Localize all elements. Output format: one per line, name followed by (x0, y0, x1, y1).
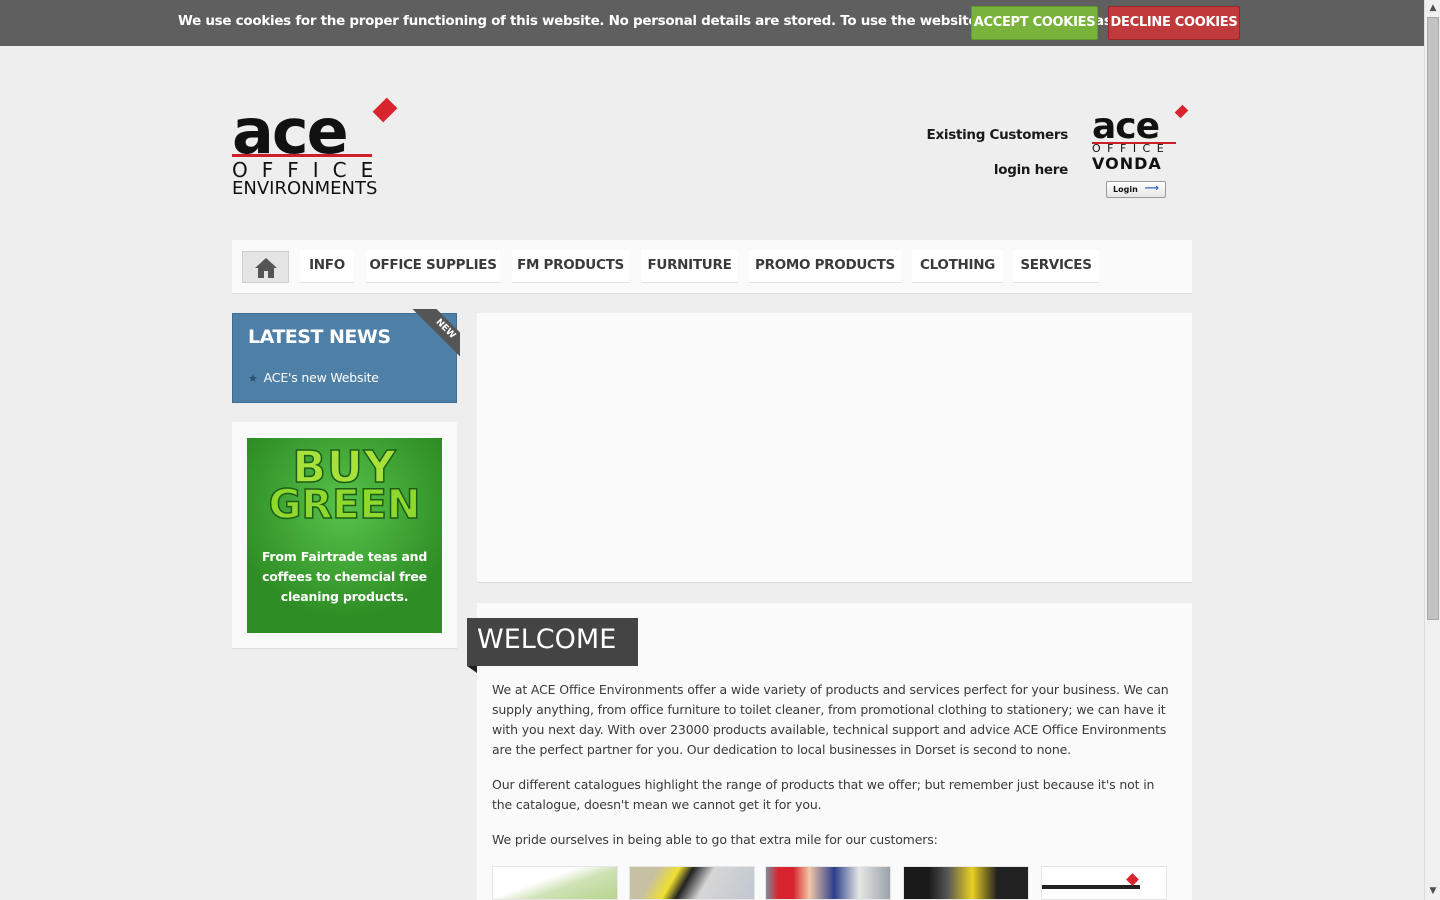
welcome-title: WELCOME (467, 618, 638, 666)
nav-item-services[interactable]: SERVICES (1013, 250, 1099, 283)
service-thumbnail[interactable] (765, 866, 891, 900)
scroll-up-arrow-icon[interactable]: ▲ (1425, 0, 1440, 17)
buy-green-text: From Fairtrade teas and coffees to chemc… (261, 549, 428, 604)
news-item-label: ACE's new Website (263, 370, 379, 385)
logo-divider (232, 154, 372, 157)
home-icon (255, 258, 277, 278)
cookie-bar: We use cookies for the proper functionin… (0, 0, 1424, 46)
service-thumbnail[interactable] (903, 866, 1029, 900)
nav-item-info[interactable]: INFO (300, 250, 354, 283)
nav-item-fm-products[interactable]: FM PRODUCTS (512, 250, 629, 283)
arrow-right-icon: ⟶ (1144, 183, 1159, 194)
main-navigation: INFO OFFICE SUPPLIES FM PRODUCTS FURNITU… (232, 240, 1192, 294)
nav-item-promo-products[interactable]: PROMO PRODUCTS (749, 250, 901, 283)
scrollbar-thumb[interactable] (1427, 17, 1439, 620)
nav-item-office-supplies[interactable]: OFFICE SUPPLIES (366, 250, 500, 283)
thumbnail-logo-bar (1042, 885, 1140, 889)
welcome-paragraph: We at ACE Office Environments offer a wi… (492, 682, 1169, 757)
service-thumbnail[interactable] (492, 866, 618, 900)
vertical-scrollbar[interactable]: ▲ ▼ (1424, 0, 1440, 900)
nav-item-clothing[interactable]: CLOTHING (912, 250, 1003, 283)
star-icon: ★ (248, 372, 258, 385)
welcome-tab-fold (467, 666, 477, 673)
vonda-logo-line3: VONDA (1092, 154, 1162, 173)
news-item[interactable]: ★ ACE's new Website (248, 370, 379, 385)
welcome-paragraph: Our different catalogues highlight the r… (492, 777, 1155, 812)
decline-cookies-button[interactable]: DECLINE COOKIES (1108, 6, 1240, 40)
logo-word: ace (232, 95, 349, 168)
service-thumbnail[interactable] (629, 866, 755, 900)
image-slider[interactable] (477, 313, 1192, 583)
vonda-diamond-icon (1174, 104, 1189, 119)
buy-green-banner[interactable]: BUY GREEN From Fairtrade teas and coffee… (247, 438, 442, 633)
logo-diamond-icon (372, 97, 398, 123)
vonda-login-label: Login (1113, 185, 1138, 194)
welcome-paragraph: We pride ourselves in being able to go t… (492, 832, 938, 847)
scroll-down-arrow-icon[interactable]: ▼ (1425, 883, 1440, 900)
vonda-login-button[interactable]: Login ⟶ (1106, 181, 1166, 198)
existing-customers-text: Existing Customers (926, 127, 1069, 143)
ace-vonda-logo[interactable]: ace OFFICE VONDA (1092, 104, 1190, 174)
buy-green-panel: BUY GREEN From Fairtrade teas and coffee… (232, 422, 457, 649)
thumbnail-diamond-icon (1126, 873, 1139, 886)
nav-home-button[interactable] (242, 251, 289, 283)
new-ribbon: NEW (410, 309, 460, 359)
logo-line3: ENVIRONMENTS (232, 178, 378, 199)
new-ribbon-label: NEW (410, 309, 460, 359)
latest-news-title: LATEST NEWS (248, 326, 391, 348)
vonda-logo-word: ace (1092, 106, 1160, 147)
ace-office-environments-logo[interactable]: ace OFFICE ENVIRONMENTS (232, 95, 398, 200)
accept-cookies-button[interactable]: ACCEPT COOKIES (971, 6, 1098, 40)
service-thumbnail[interactable] (1041, 866, 1167, 900)
login-here-link[interactable]: login here (870, 162, 1068, 178)
buy-green-title-line2: GREEN (268, 481, 421, 529)
nav-item-furniture[interactable]: FURNITURE (641, 250, 738, 283)
